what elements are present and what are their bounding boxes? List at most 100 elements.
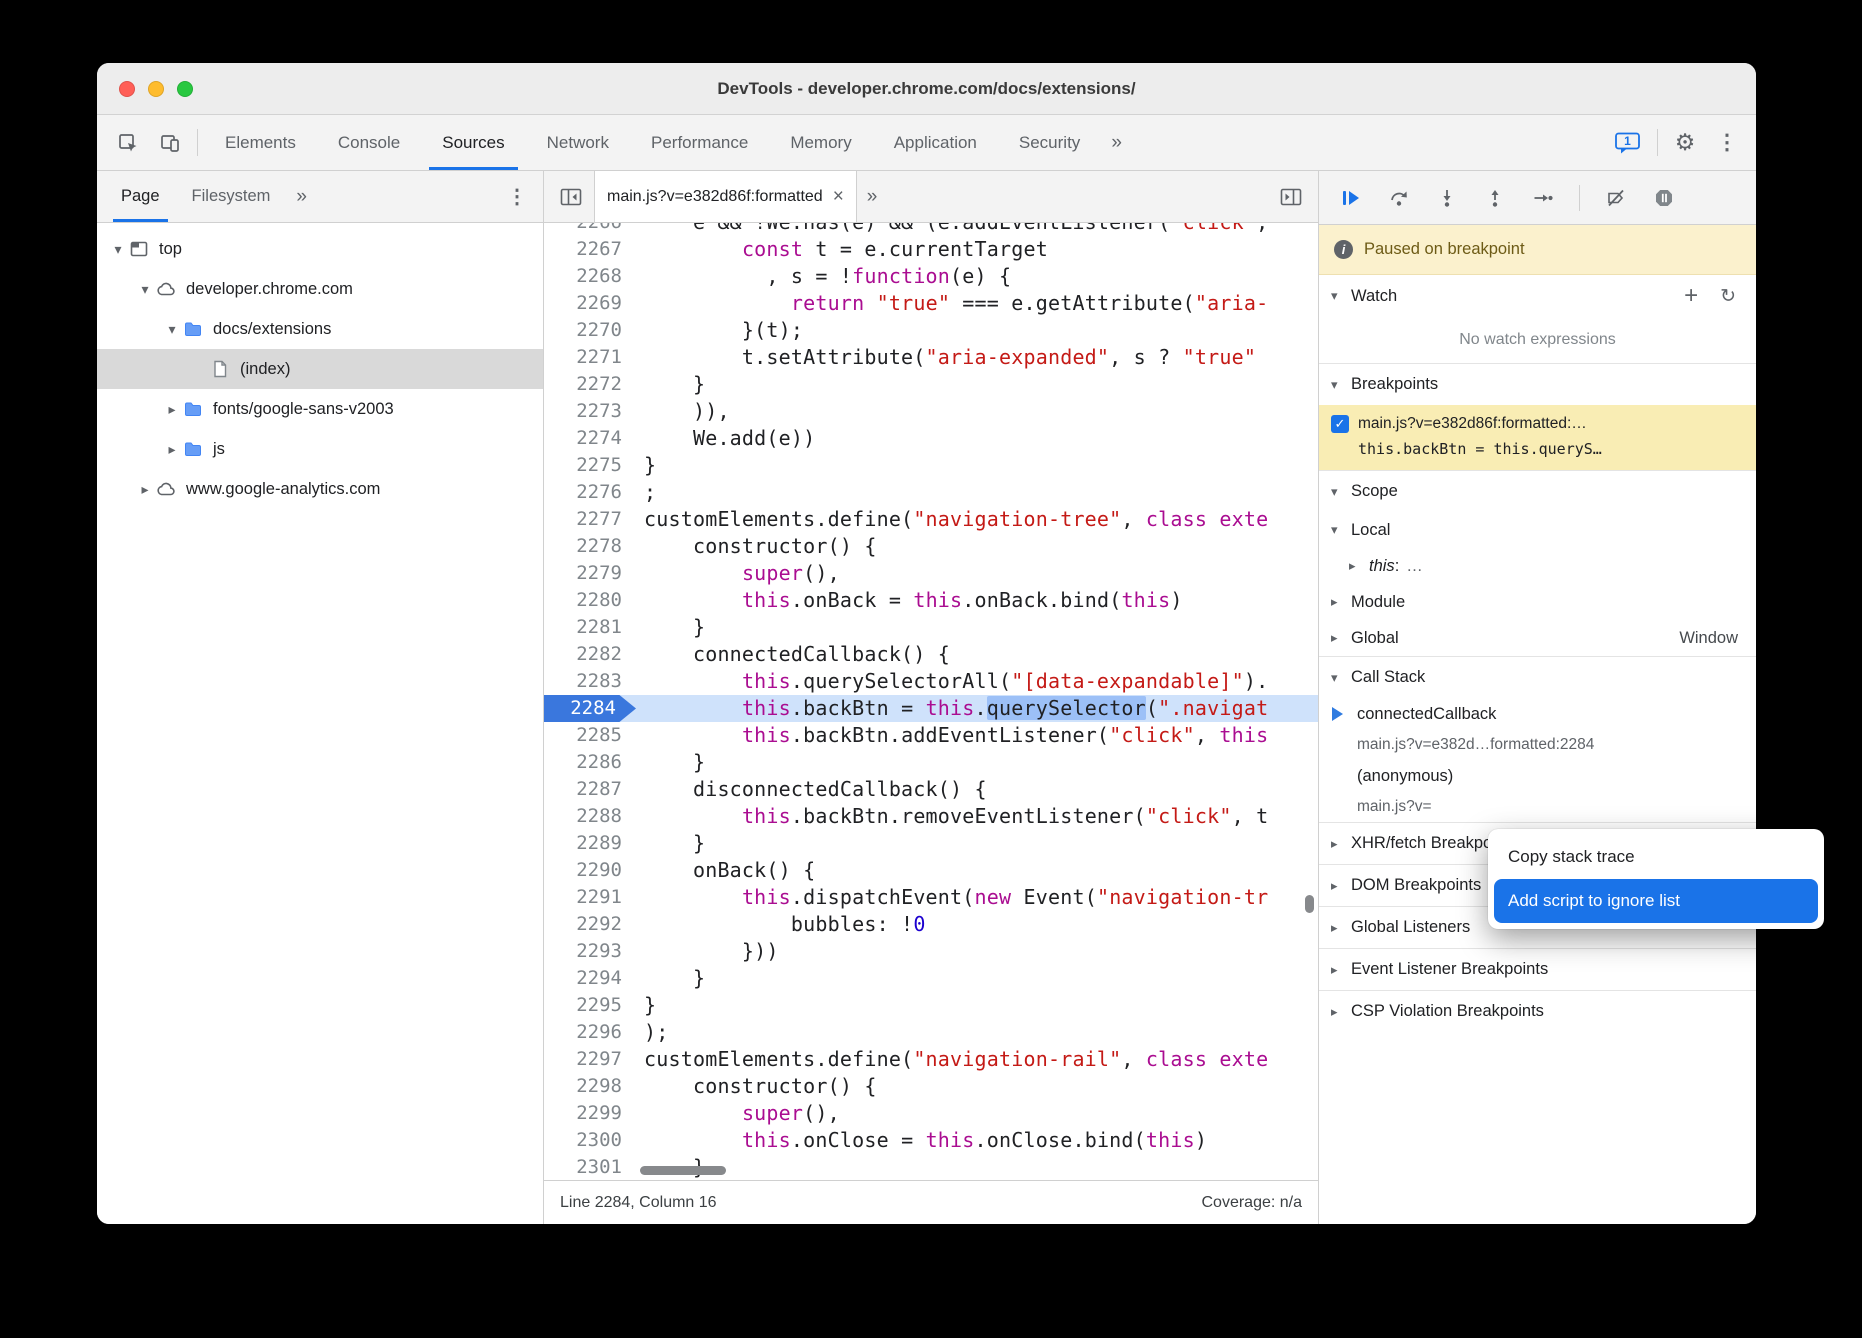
line-number[interactable]: 2286 [544,749,636,776]
resume-script-icon[interactable] [1339,186,1363,210]
line-number[interactable]: 2267 [544,236,636,263]
vertical-scrollbar[interactable] [1305,895,1314,913]
open-source-location-icon[interactable] [1268,171,1314,222]
line-number[interactable]: 2298 [544,1073,636,1100]
step-over-icon[interactable] [1387,186,1411,210]
expanded-arrow-icon[interactable]: ▾ [107,241,129,258]
line-number[interactable]: 2282 [544,641,636,668]
step-into-icon[interactable] [1435,186,1459,210]
line-number[interactable]: 2285 [544,722,636,749]
tab-application[interactable]: Application [873,115,998,170]
navigator-more-tabs-chevron[interactable]: » [286,171,317,222]
menu-item-copy-stack-trace[interactable]: Copy stack trace [1494,835,1818,879]
device-toolbar-icon[interactable] [149,115,191,170]
collapsed-arrow-icon[interactable]: ▸ [161,441,183,458]
scope-local-group[interactable]: ▾ Local [1319,512,1756,548]
tab-elements[interactable]: Elements [204,115,317,170]
line-number[interactable]: 2269 [544,290,636,317]
line-number[interactable]: 2293 [544,938,636,965]
minimize-window-button[interactable] [148,81,164,97]
scope-module-group[interactable]: ▸ Module [1319,584,1756,620]
section-header-event-listener-breakpoints[interactable]: ▸Event Listener Breakpoints [1319,948,1756,990]
tab-page[interactable]: Page [105,171,176,222]
line-number[interactable]: 2275 [544,452,636,479]
tab-performance[interactable]: Performance [630,115,769,170]
tree-item-developer-chrome-com[interactable]: ▾developer.chrome.com [97,269,543,309]
tree-item-www-google-analytics-com[interactable]: ▸www.google-analytics.com [97,469,543,509]
step-icon[interactable] [1531,186,1555,210]
line-number[interactable]: 2301 [544,1154,636,1180]
tab-security[interactable]: Security [998,115,1101,170]
line-number[interactable]: 2266 [544,223,636,236]
scope-global-group[interactable]: ▸ Global Window [1319,620,1756,656]
line-number[interactable]: 2279 [544,560,636,587]
close-tab-icon[interactable]: × [833,186,844,208]
expanded-arrow-icon[interactable]: ▾ [161,321,183,338]
console-drawer-badge[interactable]: 1 [1605,115,1651,170]
line-number[interactable]: 2268 [544,263,636,290]
add-watch-icon[interactable]: + [1684,284,1698,308]
line-number[interactable]: 2277 [544,506,636,533]
line-number[interactable]: 2294 [544,965,636,992]
call-stack-frame-anonymous[interactable]: (anonymous) [1319,760,1756,792]
collapsed-arrow-icon[interactable]: ▸ [161,401,183,418]
line-number[interactable]: 2290 [544,857,636,884]
section-header-csp-violation-breakpoints[interactable]: ▸CSP Violation Breakpoints [1319,990,1756,1032]
line-number[interactable]: 2289 [544,830,636,857]
line-number[interactable]: 2287 [544,776,636,803]
tree-item-top[interactable]: ▾top [97,229,543,269]
tab-console[interactable]: Console [317,115,421,170]
refresh-watch-icon[interactable]: ↻ [1720,285,1736,308]
tab-filesystem[interactable]: Filesystem [176,171,287,222]
tree-item-fonts-google-sans-v2003[interactable]: ▸fonts/google-sans-v2003 [97,389,543,429]
line-number[interactable]: 2283 [544,668,636,695]
tab-sources[interactable]: Sources [421,115,525,170]
line-number[interactable]: 2284 [544,695,636,722]
line-number[interactable]: 2274 [544,425,636,452]
expanded-arrow-icon[interactable]: ▾ [134,281,156,298]
inspect-icon[interactable] [107,115,149,170]
main-menu-kebab-icon[interactable]: ⋮ [1706,115,1748,170]
line-number[interactable]: 2276 [544,479,636,506]
line-number[interactable]: 2300 [544,1127,636,1154]
line-number[interactable]: 2291 [544,884,636,911]
tree-item-js[interactable]: ▸js [97,429,543,469]
scope-this-variable[interactable]: ▸ this … [1319,548,1756,584]
zoom-window-button[interactable] [177,81,193,97]
tree-item-index[interactable]: (index) [97,349,543,389]
call-stack-section-header[interactable]: ▾ Call Stack [1319,656,1756,698]
tree-item-docs-extensions[interactable]: ▾docs/extensions [97,309,543,349]
line-number[interactable]: 2280 [544,587,636,614]
step-out-icon[interactable] [1483,186,1507,210]
horizontal-scrollbar[interactable] [640,1166,726,1175]
watch-section-header[interactable]: ▾ Watch + ↻ [1319,275,1756,317]
line-number[interactable]: 2270 [544,317,636,344]
deactivate-breakpoints-icon[interactable] [1604,186,1628,210]
navigator-kebab-icon[interactable]: ⋮ [501,171,533,222]
breakpoint-checkbox[interactable]: ✓ [1331,415,1349,433]
file-tab[interactable]: main.js?v=e382d86f:formatted × [594,171,857,222]
scope-section-header[interactable]: ▾ Scope [1319,470,1756,512]
close-window-button[interactable] [119,81,135,97]
line-number[interactable]: 2288 [544,803,636,830]
line-number[interactable]: 2273 [544,398,636,425]
line-number[interactable]: 2278 [544,533,636,560]
line-number[interactable]: 2299 [544,1100,636,1127]
pause-on-exceptions-icon[interactable] [1652,186,1676,210]
line-number[interactable]: 2271 [544,344,636,371]
menu-item-add-script-to-ignore-list[interactable]: Add script to ignore list [1494,879,1818,923]
tab-memory[interactable]: Memory [769,115,872,170]
line-number[interactable]: 2281 [544,614,636,641]
breakpoints-section-header[interactable]: ▾ Breakpoints [1319,363,1756,405]
breakpoint-entry[interactable]: ✓ main.js?v=e382d86f:formatted:… this.ba… [1319,405,1756,470]
call-stack-frame-connectedcallback[interactable]: connectedCallback [1319,698,1756,730]
more-panels-chevron[interactable]: » [1101,115,1132,170]
line-number[interactable]: 2295 [544,992,636,1019]
line-number[interactable]: 2272 [544,371,636,398]
collapsed-arrow-icon[interactable]: ▸ [134,481,156,498]
line-number[interactable]: 2292 [544,911,636,938]
tab-network[interactable]: Network [526,115,630,170]
settings-gear-icon[interactable]: ⚙ [1664,115,1706,170]
editor-more-tabs-chevron[interactable]: » [857,171,888,222]
toggle-navigator-icon[interactable] [548,171,594,222]
